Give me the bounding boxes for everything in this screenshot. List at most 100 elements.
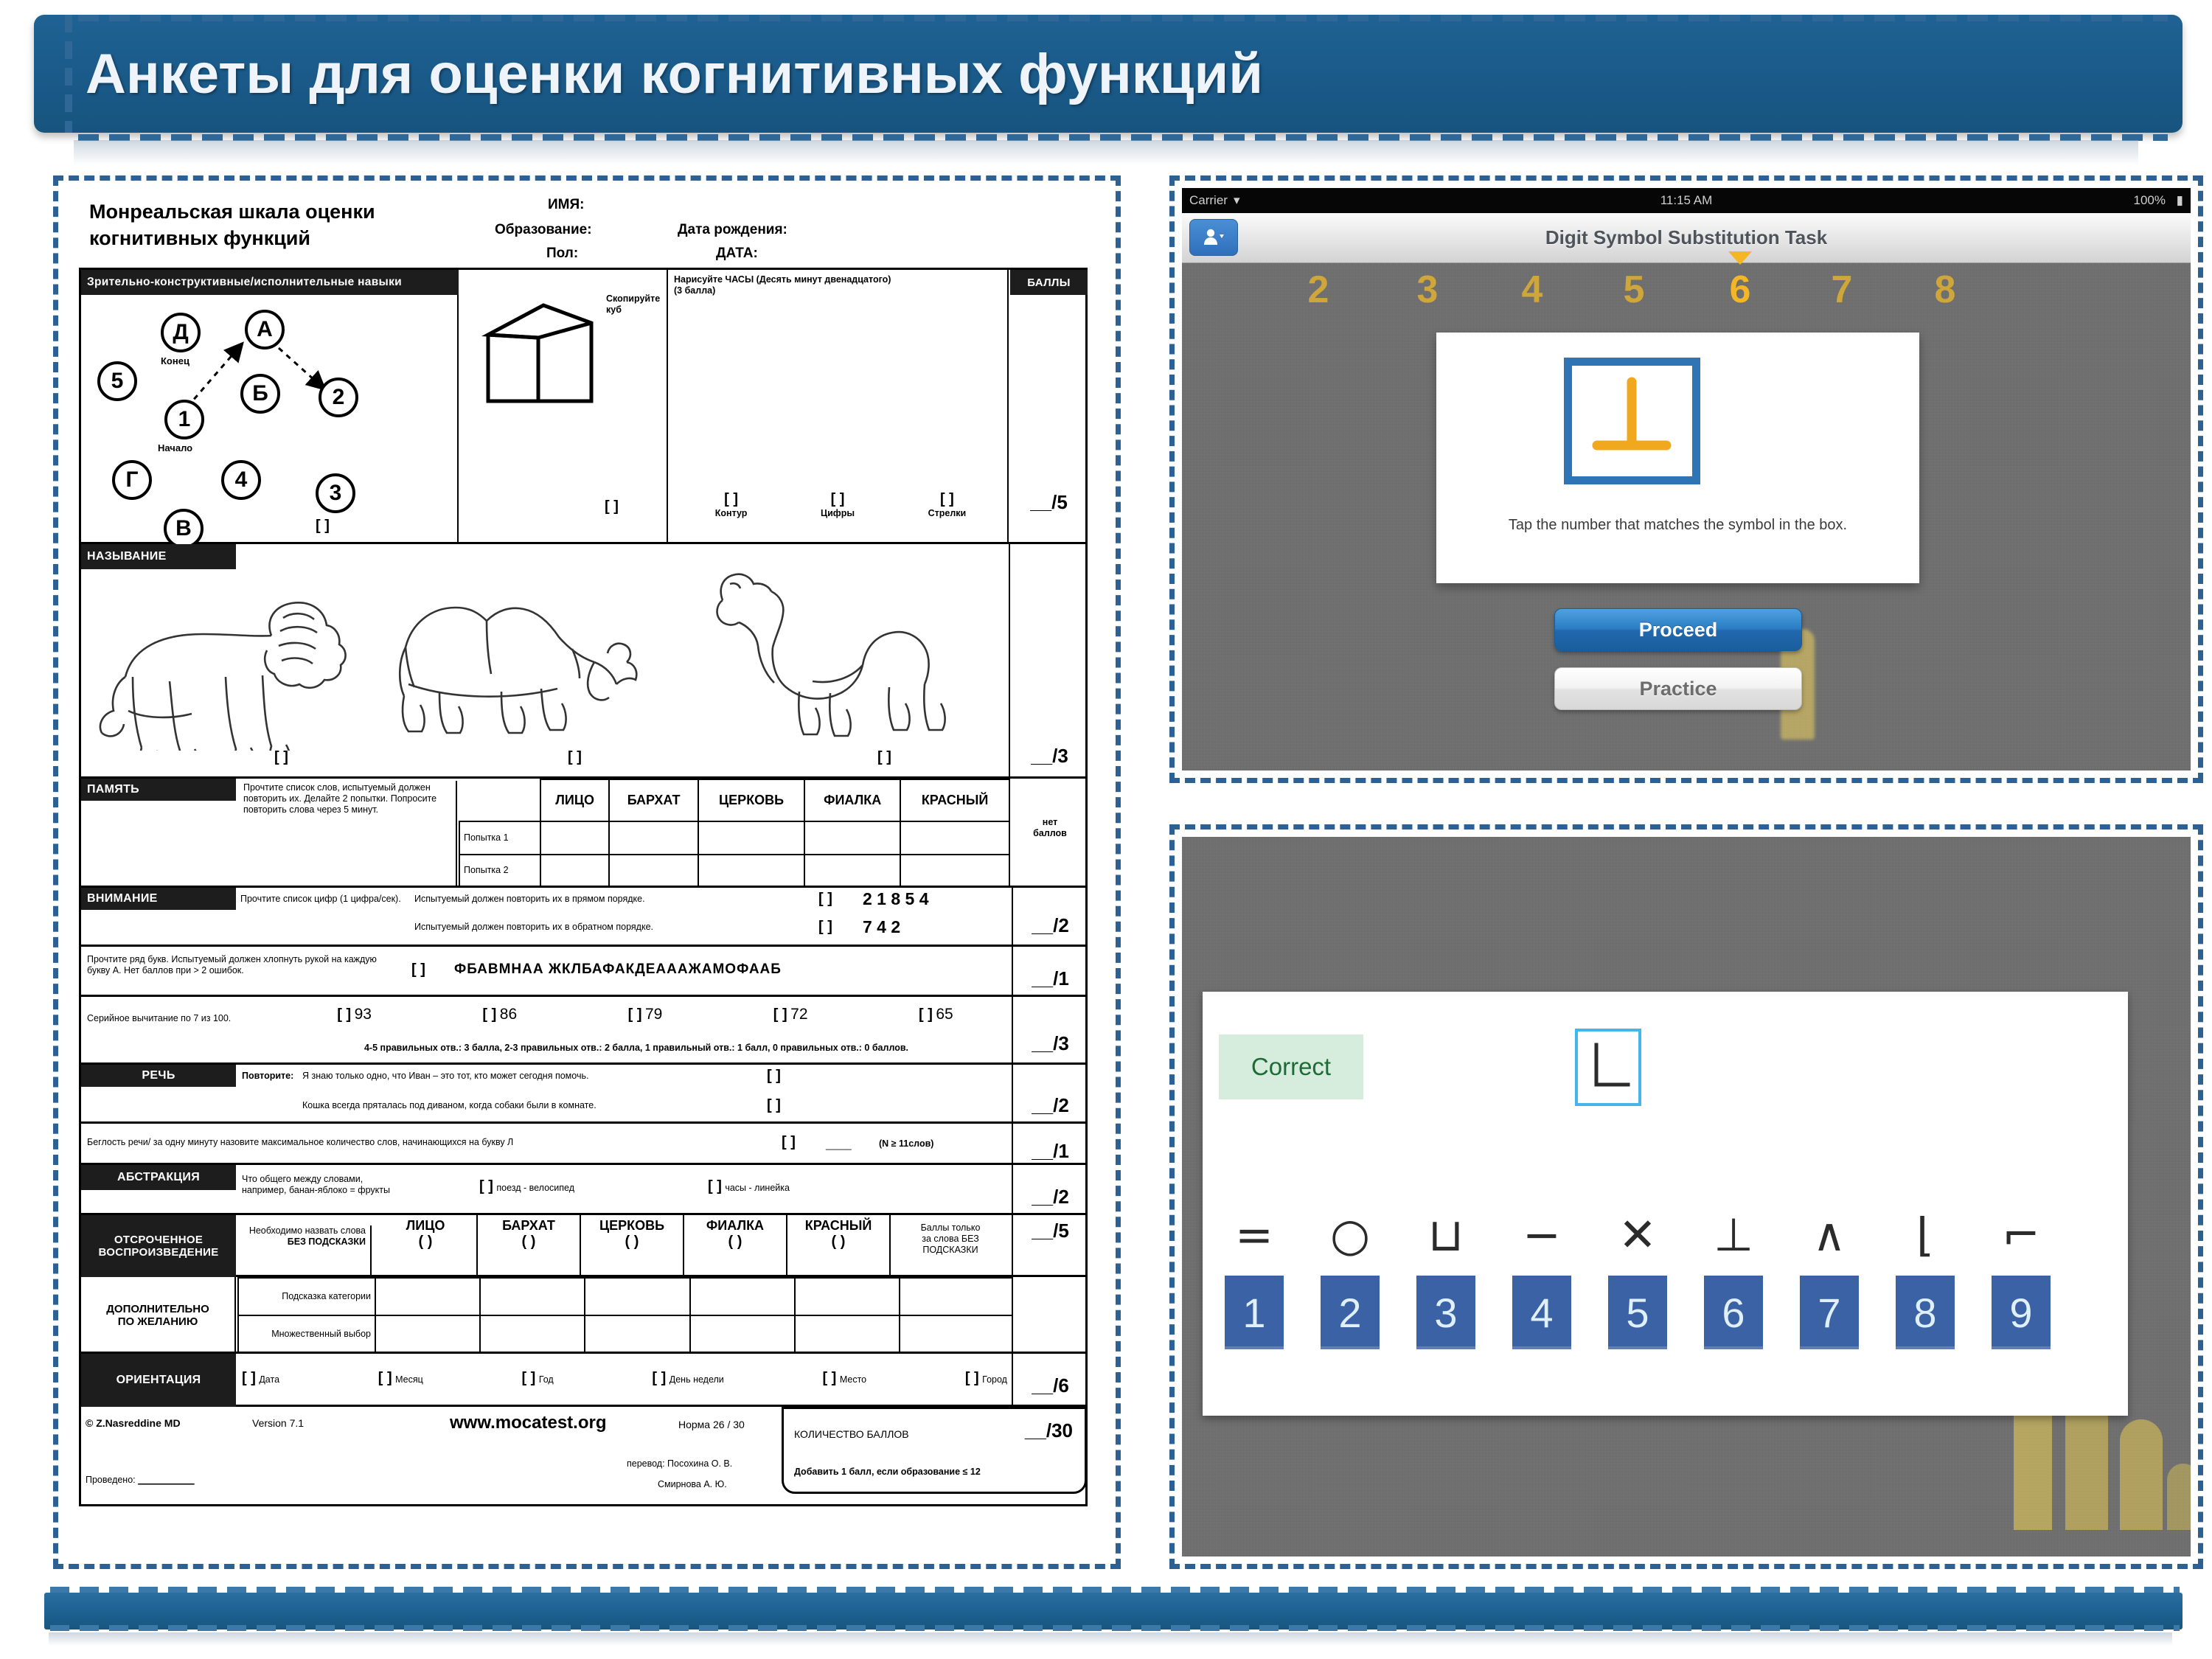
trail-circle-a[interactable]: А	[245, 310, 285, 349]
strip-digit-3[interactable]: 3	[1402, 268, 1453, 312]
trail-circle-2[interactable]: 2	[319, 378, 358, 417]
trail-circle-v[interactable]: В	[164, 509, 204, 549]
practice-button[interactable]: Practice	[1554, 667, 1802, 710]
field-dob-label: Дата рождения:	[678, 222, 787, 237]
section-language-fluency: Беглость речи/ за одну минуту назовите м…	[81, 1124, 1085, 1165]
abstraction-bracket-2: [ ]	[708, 1178, 722, 1194]
abstraction-score-cell: __/2	[1012, 1165, 1088, 1215]
optional-row-2-c1[interactable]	[374, 1315, 481, 1354]
optional-row-1-c2[interactable]	[479, 1277, 586, 1316]
number-button-1[interactable]: 1	[1225, 1276, 1284, 1349]
section-serial-subtraction: Серийное вычитание по 7 из 100. [ ] 93 […	[81, 997, 1085, 1065]
feedback-badge: Correct	[1219, 1034, 1363, 1099]
ipad-screen: Carrier ▾ 11:15 AM 100% ▮ Digit Symbol S…	[1182, 188, 2191, 771]
memory-trial-1-cell-3[interactable]	[697, 821, 806, 855]
memory-trial-1-cell-1[interactable]	[539, 821, 611, 855]
memory-trial-2-cell-2[interactable]	[608, 853, 699, 888]
optional-row-1-note	[899, 1277, 1012, 1316]
strip-digit-2[interactable]: 2	[1293, 268, 1344, 312]
recall-bracket-4[interactable]: ( )	[684, 1234, 786, 1251]
recall-col-2: БАРХАТ ( )	[478, 1215, 581, 1277]
table-row: ЛИЦО БАРХАТ ЦЕРКОВЬ ФИАЛКА КРАСНЫЙ	[459, 778, 1010, 823]
delayed-recall-header-line1: ОТСРОЧЕННОЕ	[114, 1234, 204, 1246]
number-button-2[interactable]: 2	[1321, 1276, 1380, 1349]
orientation-label-date: Дата	[259, 1374, 280, 1385]
memory-trial-1-cell-4[interactable]	[804, 821, 902, 855]
memory-trial-2-cell-5[interactable]	[900, 853, 1010, 888]
language-sentence-1-bracket: [ ]	[767, 1068, 781, 1084]
trail-circle-g[interactable]: Г	[112, 460, 152, 500]
fluency-blank[interactable]: _____	[826, 1140, 852, 1151]
orientation-bracket-month: [ ]	[378, 1370, 392, 1386]
clock-contour-bracket: [ ]	[724, 491, 739, 507]
strip-digit-8[interactable]: 8	[1919, 268, 1971, 312]
cube-instruction: Скопируйте куб	[606, 293, 665, 316]
memory-trial-1-cell-2[interactable]	[608, 821, 699, 855]
memory-word-1: ЛИЦО	[539, 778, 611, 823]
serial7-note: 4-5 правильных отв.: 3 балла, 2-3 правил…	[364, 1043, 909, 1053]
serial7-bracket-72: [ ]	[773, 1006, 787, 1023]
contacts-icon[interactable]	[1189, 219, 1238, 256]
recall-bracket-2[interactable]: ( )	[478, 1234, 580, 1251]
memory-trial-2-cell-4[interactable]	[804, 853, 902, 888]
trail-circle-d[interactable]: Д	[161, 313, 201, 352]
strip-digit-7[interactable]: 7	[1816, 268, 1868, 312]
active-digit-caret-icon	[1728, 251, 1752, 265]
optional-row-2-c2[interactable]	[479, 1315, 586, 1354]
trail-circle-3[interactable]: 3	[316, 473, 355, 513]
footer-translation-line1: перевод: Посохина О. В.	[627, 1458, 733, 1469]
language-repeat-score-cell: __/2	[1012, 1065, 1088, 1124]
number-button-5[interactable]: 5	[1608, 1276, 1667, 1349]
bottom-bar-background	[44, 1593, 2183, 1630]
strip-digit-6[interactable]: 6	[1714, 268, 1766, 312]
trail-circle-1[interactable]: 1	[164, 400, 204, 439]
optional-header-line2: ПО ЖЕЛАНИЮ	[117, 1315, 198, 1328]
recall-word-3: ЦЕРКОВЬ	[599, 1218, 665, 1233]
optional-row-2-c4[interactable]	[689, 1315, 796, 1354]
memory-trial-1-cell-5[interactable]	[900, 821, 1010, 855]
letters-instruction: Прочтите ряд букв. Испытуемый должен хло…	[87, 954, 397, 976]
recall-bracket-1[interactable]: ( )	[375, 1234, 476, 1251]
letters-bracket: [ ]	[411, 961, 425, 978]
optional-row-2-note	[899, 1315, 1012, 1354]
number-button-4[interactable]: 4	[1512, 1276, 1571, 1349]
optional-row-2-c5[interactable]	[793, 1315, 901, 1354]
bottom-dash-top	[50, 1587, 2180, 1593]
number-button-9[interactable]: 9	[1992, 1276, 2051, 1349]
letters-score: __/1	[1032, 967, 1069, 990]
optional-row-1-c5[interactable]	[793, 1277, 901, 1316]
number-button-8[interactable]: 8	[1896, 1276, 1955, 1349]
orientation-item-weekday: [ ] День недели	[652, 1370, 723, 1387]
recall-bracket-3[interactable]: ( )	[581, 1234, 683, 1251]
recall-bracket-5[interactable]: ( )	[787, 1234, 889, 1251]
optional-row-1-c3[interactable]	[584, 1277, 691, 1316]
trail-circle-5[interactable]: 5	[97, 361, 137, 401]
footer-version: Version 7.1	[252, 1417, 305, 1429]
trail-circle-b[interactable]: Б	[240, 374, 280, 414]
moca-form-panel: Монреальская шкала оценки когнитивных фу…	[53, 175, 1121, 1569]
battery-icon: ▮	[2176, 193, 2183, 207]
trail-circle-4[interactable]: 4	[221, 460, 261, 500]
conducted-blank[interactable]: ___________	[138, 1475, 194, 1485]
footer-website[interactable]: www.mocatest.org	[450, 1413, 606, 1433]
optional-row-1-c1[interactable]	[374, 1277, 481, 1316]
table-row: Попытка 1	[459, 821, 1010, 855]
orientation-item-year: [ ] Год	[521, 1370, 553, 1387]
memory-trial-2-cell-1[interactable]	[539, 853, 611, 888]
serial7-item-65: [ ] 65	[919, 1006, 953, 1023]
strip-digit-4[interactable]: 4	[1506, 268, 1558, 312]
optional-row-1-c4[interactable]	[689, 1277, 796, 1316]
memory-trial-2-cell-3[interactable]	[697, 853, 806, 888]
orientation-label-city: Город	[982, 1374, 1007, 1385]
number-button-6[interactable]: 6	[1704, 1276, 1763, 1349]
trail-making-cell: Зрительно-конструктивные/исполнительные …	[81, 270, 459, 549]
orientation-bracket-year: [ ]	[521, 1370, 536, 1386]
optional-row-2-c3[interactable]	[584, 1315, 691, 1354]
strip-digit-5[interactable]: 5	[1608, 268, 1660, 312]
field-name-label: ИМЯ:	[548, 197, 585, 212]
number-button-3[interactable]: 3	[1416, 1276, 1475, 1349]
attention-forward-label: Испытуемый должен повторить их в прямом …	[414, 894, 645, 904]
dsst-prompt-card: Tap the number that matches the symbol i…	[1436, 333, 1919, 583]
number-button-7[interactable]: 7	[1800, 1276, 1859, 1349]
proceed-button[interactable]: Proceed	[1554, 608, 1802, 651]
